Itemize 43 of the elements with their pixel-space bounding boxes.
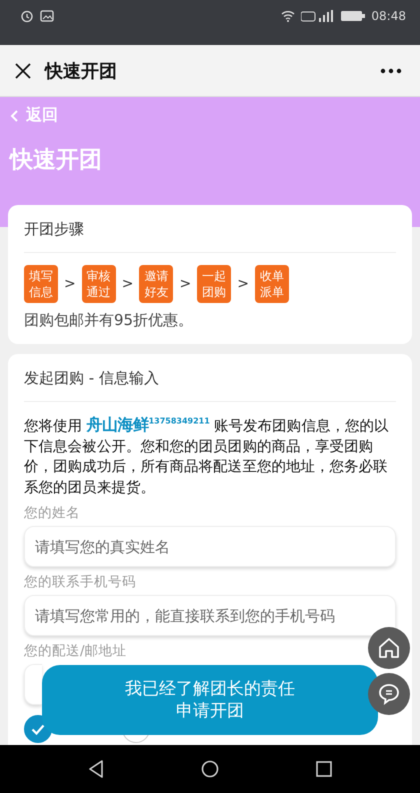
chevron-left-icon bbox=[10, 110, 18, 122]
intro-text: 您将使用 舟山海鲜$^{13758349211}$ 账号发布团购信息，您的以下信息会被公开。您和您的团员团购的商品，享受团购价，团购成功后，所有商品将配送至您的地址，您务必联系您的团员来提货。 bbox=[24, 414, 390, 498]
field-label: 您的配送/邮地址 bbox=[24, 642, 127, 660]
home-nav-button[interactable] bbox=[200, 760, 219, 778]
step-separator: > bbox=[179, 276, 192, 292]
battery-icon bbox=[341, 10, 366, 22]
check-icon bbox=[31, 724, 45, 735]
square-icon bbox=[316, 761, 332, 777]
chat-icon bbox=[377, 682, 401, 706]
circle-icon bbox=[200, 760, 219, 778]
account-link[interactable]: 舟山海鲜$^{13758349211}$ bbox=[86, 415, 210, 434]
status-time: 08:48 bbox=[371, 9, 406, 23]
input-field[interactable]: 请填写您常用的，能直接联系到您的手机号码 bbox=[24, 595, 396, 636]
field-label: 您的姓名 bbox=[24, 504, 80, 522]
step-separator: > bbox=[237, 276, 249, 292]
window-title: 快速开团 bbox=[45, 60, 118, 82]
step-badge: 收单派单 bbox=[254, 265, 289, 303]
input-field[interactable] bbox=[24, 664, 42, 706]
alarm-icon bbox=[20, 9, 34, 23]
page-title: 快速开团 bbox=[10, 146, 103, 175]
step-badge: 填写信息 bbox=[24, 265, 58, 303]
input-field[interactable]: 请填写您的真实姓名 bbox=[24, 526, 396, 568]
submit-button[interactable]: 我已经了解团长的责任 申请开团 bbox=[42, 665, 378, 735]
step-badge: 邀请好友 bbox=[139, 265, 174, 303]
field-label: 您的联系手机号码 bbox=[24, 573, 136, 592]
signal-icon bbox=[301, 10, 336, 22]
back-link[interactable]: 返回 bbox=[10, 105, 58, 126]
back-triangle-icon bbox=[88, 760, 104, 778]
card-title: 开团步骤 bbox=[24, 205, 396, 253]
home-icon bbox=[377, 636, 401, 660]
back-nav-button[interactable] bbox=[88, 760, 104, 778]
step-separator: > bbox=[122, 276, 134, 292]
step-separator: > bbox=[64, 276, 76, 292]
recents-nav-button[interactable] bbox=[316, 761, 332, 777]
more-icon bbox=[380, 68, 402, 74]
close-button[interactable] bbox=[14, 62, 32, 80]
wifi-icon bbox=[281, 10, 296, 22]
promo-text: 团购包邮并有95折优惠。 bbox=[24, 311, 194, 330]
step-badge: 审核通过 bbox=[82, 265, 116, 303]
card-title: 发起团购 - 信息输入 bbox=[24, 354, 396, 402]
step-badge: 一起团购 bbox=[197, 265, 232, 303]
image-icon bbox=[40, 10, 54, 22]
close-icon bbox=[14, 62, 32, 80]
